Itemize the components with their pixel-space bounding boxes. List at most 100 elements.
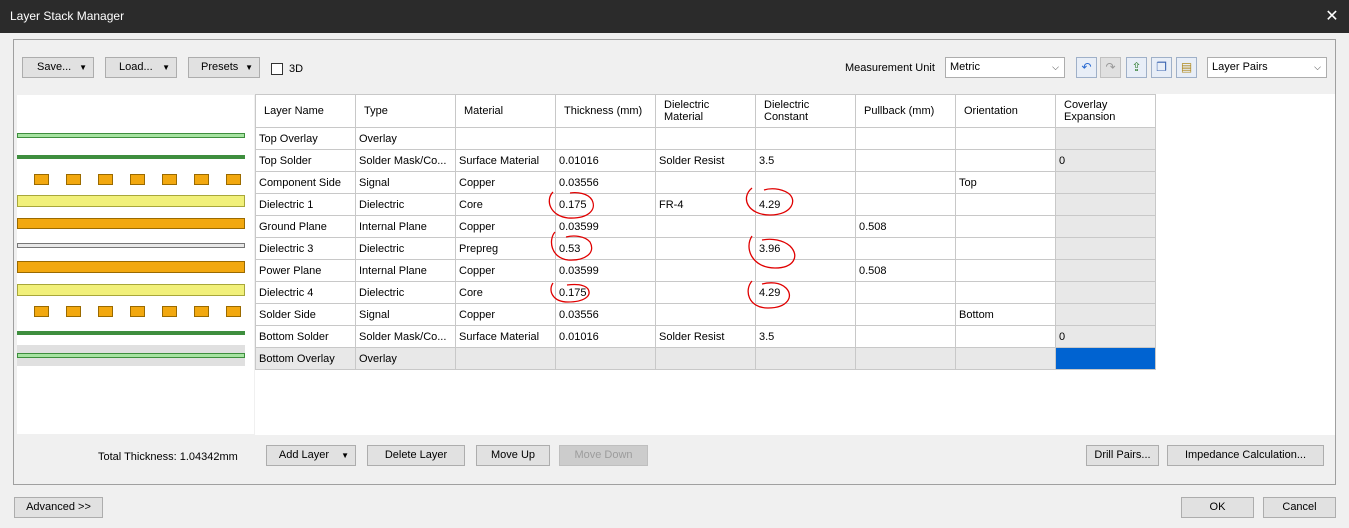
table-cell[interactable]: Copper — [455, 259, 556, 282]
paste-icon[interactable]: ▤ — [1176, 57, 1197, 78]
table-cell[interactable] — [455, 347, 556, 370]
table-cell[interactable] — [1055, 171, 1156, 194]
close-icon[interactable]: ✕ — [1315, 0, 1349, 33]
table-cell[interactable] — [955, 259, 1056, 282]
table-cell[interactable] — [855, 149, 956, 172]
table-cell[interactable] — [1055, 259, 1156, 282]
table-cell[interactable]: Dielectric 4 — [255, 281, 356, 304]
table-row[interactable]: Solder Side Signal Copper 0.03556 Bottom — [255, 303, 1156, 326]
table-cell[interactable] — [1055, 215, 1156, 238]
table-cell[interactable] — [655, 215, 756, 238]
table-cell[interactable] — [955, 325, 1056, 348]
table-cell[interactable]: Component Side — [255, 171, 356, 194]
table-cell[interactable]: Signal — [355, 171, 456, 194]
measurement-unit-select[interactable]: Metric ⌵ — [945, 57, 1065, 78]
table-cell[interactable]: Top Solder — [255, 149, 356, 172]
table-cell[interactable] — [1055, 237, 1156, 260]
table-cell[interactable]: 3.96 — [755, 237, 856, 260]
table-cell[interactable]: 0.175 — [555, 281, 656, 304]
column-header[interactable]: Thickness (mm) — [555, 94, 656, 128]
table-cell[interactable] — [855, 171, 956, 194]
table-cell[interactable]: 0 — [1055, 149, 1156, 172]
column-header[interactable]: Material — [455, 94, 556, 128]
table-cell[interactable]: 0 — [1055, 325, 1156, 348]
layer-view-select[interactable]: Layer Pairs ⌵ — [1207, 57, 1327, 78]
presets-button[interactable]: Presets ▼ — [188, 57, 260, 78]
table-cell[interactable]: Ground Plane — [255, 215, 356, 238]
move-up-button[interactable]: Move Up — [476, 445, 550, 466]
column-header[interactable]: Coverlay Expansion — [1055, 94, 1156, 128]
table-cell[interactable]: Dielectric — [355, 237, 456, 260]
table-cell[interactable] — [955, 281, 1056, 304]
column-header[interactable]: Pullback (mm) — [855, 94, 956, 128]
table-row[interactable]: Dielectric 3 Dielectric Prepreg 0.53 3.96 — [255, 237, 1156, 260]
table-cell[interactable]: Overlay — [355, 127, 456, 150]
table-cell[interactable] — [755, 347, 856, 370]
table-cell[interactable]: Bottom Solder — [255, 325, 356, 348]
table-cell[interactable]: Solder Resist — [655, 149, 756, 172]
table-row[interactable]: Top Solder Solder Mask/Co... Surface Mater… — [255, 149, 1156, 172]
table-cell[interactable]: Solder Mask/Co... — [355, 149, 456, 172]
table-cell[interactable]: 0.175 — [555, 193, 656, 216]
load-button[interactable]: Load... ▼ — [105, 57, 177, 78]
save-button[interactable]: Save... ▼ — [22, 57, 94, 78]
table-cell[interactable]: Dielectric — [355, 193, 456, 216]
table-cell[interactable]: 0.508 — [855, 259, 956, 282]
table-cell[interactable]: Solder Side — [255, 303, 356, 326]
table-cell[interactable]: Power Plane — [255, 259, 356, 282]
table-cell[interactable]: 0.01016 — [555, 149, 656, 172]
table-cell[interactable] — [455, 127, 556, 150]
table-cell[interactable]: Internal Plane — [355, 259, 456, 282]
move-down-button[interactable]: Move Down — [559, 445, 648, 466]
table-cell[interactable]: Bottom — [955, 303, 1056, 326]
table-cell[interactable]: 4.29 — [755, 281, 856, 304]
table-cell[interactable]: Copper — [455, 215, 556, 238]
table-cell[interactable]: Solder Resist — [655, 325, 756, 348]
table-cell[interactable]: 0.01016 — [555, 325, 656, 348]
table-cell[interactable]: Signal — [355, 303, 456, 326]
table-cell[interactable] — [655, 171, 756, 194]
table-cell[interactable] — [655, 259, 756, 282]
table-cell[interactable]: 0.03599 — [555, 259, 656, 282]
table-row[interactable]: Component Side Signal Copper 0.03556 Top — [255, 171, 1156, 194]
table-cell[interactable]: 0.53 — [555, 237, 656, 260]
table-cell[interactable]: 4.29 — [755, 193, 856, 216]
table-cell[interactable]: Copper — [455, 171, 556, 194]
table-cell[interactable] — [955, 237, 1056, 260]
copy-icon[interactable]: ❐ — [1151, 57, 1172, 78]
table-cell[interactable] — [855, 193, 956, 216]
table-cell[interactable] — [755, 259, 856, 282]
table-cell[interactable] — [655, 303, 756, 326]
undo-icon[interactable]: ↶ — [1076, 57, 1097, 78]
table-row[interactable]: Ground Plane Internal Plane Copper 0.03599 0… — [255, 215, 1156, 238]
table-cell[interactable] — [955, 149, 1056, 172]
table-cell[interactable] — [1055, 193, 1156, 216]
column-header[interactable]: Type — [355, 94, 456, 128]
table-cell[interactable]: 3.5 — [755, 325, 856, 348]
add-layer-button[interactable]: Add Layer ▼ — [266, 445, 356, 466]
table-cell[interactable] — [755, 215, 856, 238]
column-header[interactable]: Layer Name — [255, 94, 356, 128]
table-cell[interactable]: 0.03556 — [555, 303, 656, 326]
table-row[interactable]: Bottom Overlay Overlay — [255, 347, 1156, 370]
table-cell[interactable]: 0.03599 — [555, 215, 656, 238]
table-cell[interactable]: Top — [955, 171, 1056, 194]
table-cell[interactable] — [855, 325, 956, 348]
column-header[interactable]: Orientation — [955, 94, 1056, 128]
table-cell[interactable] — [555, 127, 656, 150]
table-cell[interactable] — [555, 347, 656, 370]
table-cell[interactable] — [755, 303, 856, 326]
table-cell[interactable] — [655, 237, 756, 260]
impedance-calculation-button[interactable]: Impedance Calculation... — [1167, 445, 1324, 466]
table-cell[interactable] — [755, 171, 856, 194]
table-cell[interactable] — [655, 127, 756, 150]
3d-checkbox[interactable] — [271, 63, 283, 75]
table-cell[interactable] — [955, 347, 1056, 370]
table-cell[interactable]: Surface Material — [455, 149, 556, 172]
table-cell[interactable] — [1055, 127, 1156, 150]
ok-button[interactable]: OK — [1181, 497, 1254, 518]
table-cell[interactable]: Top Overlay — [255, 127, 356, 150]
table-cell[interactable] — [955, 127, 1056, 150]
drill-pairs-button[interactable]: Drill Pairs... — [1086, 445, 1159, 466]
advanced-button[interactable]: Advanced >> — [14, 497, 103, 518]
